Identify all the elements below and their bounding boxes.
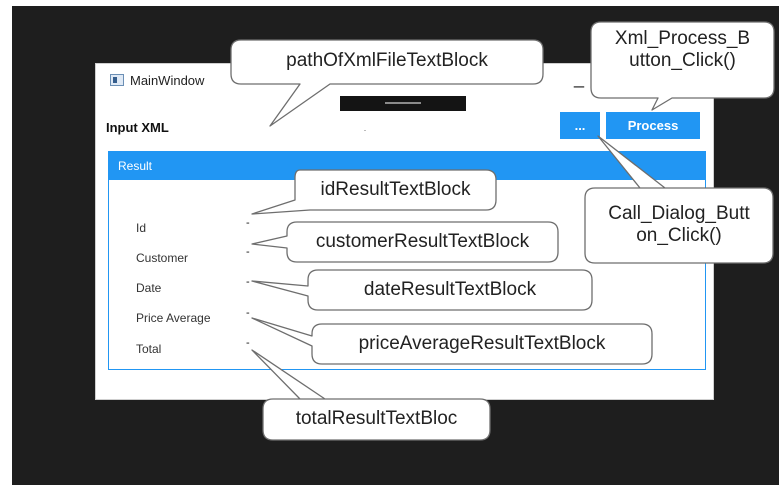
callout-customer-result-text: customerResultTextBlock xyxy=(315,231,530,252)
callout-id-result-text: idResultTextBlock xyxy=(320,179,471,200)
callout-path-of-xml-text: pathOfXmlFileTextBlock xyxy=(286,50,488,71)
callout-xml-process-text: Xml_Process_B utton_Click() xyxy=(591,28,774,72)
callout-call-dialog-line2: on_Click() xyxy=(636,224,722,246)
callout-price-average-result-text: priceAverageResultTextBlock xyxy=(358,333,606,354)
callout-call-dialog-text: Call_Dialog_Butt on_Click() xyxy=(585,203,773,247)
callout-total-result-text: totalResultTextBloc xyxy=(295,408,458,429)
callout-date-result-text: dateResultTextBlock xyxy=(363,279,537,300)
callout-xml-process-line2: utton_Click() xyxy=(629,49,736,71)
callout-call-dialog-line1: Call_Dialog_Butt xyxy=(608,203,750,224)
callout-xml-process-line1: Xml_Process_B xyxy=(614,28,751,49)
